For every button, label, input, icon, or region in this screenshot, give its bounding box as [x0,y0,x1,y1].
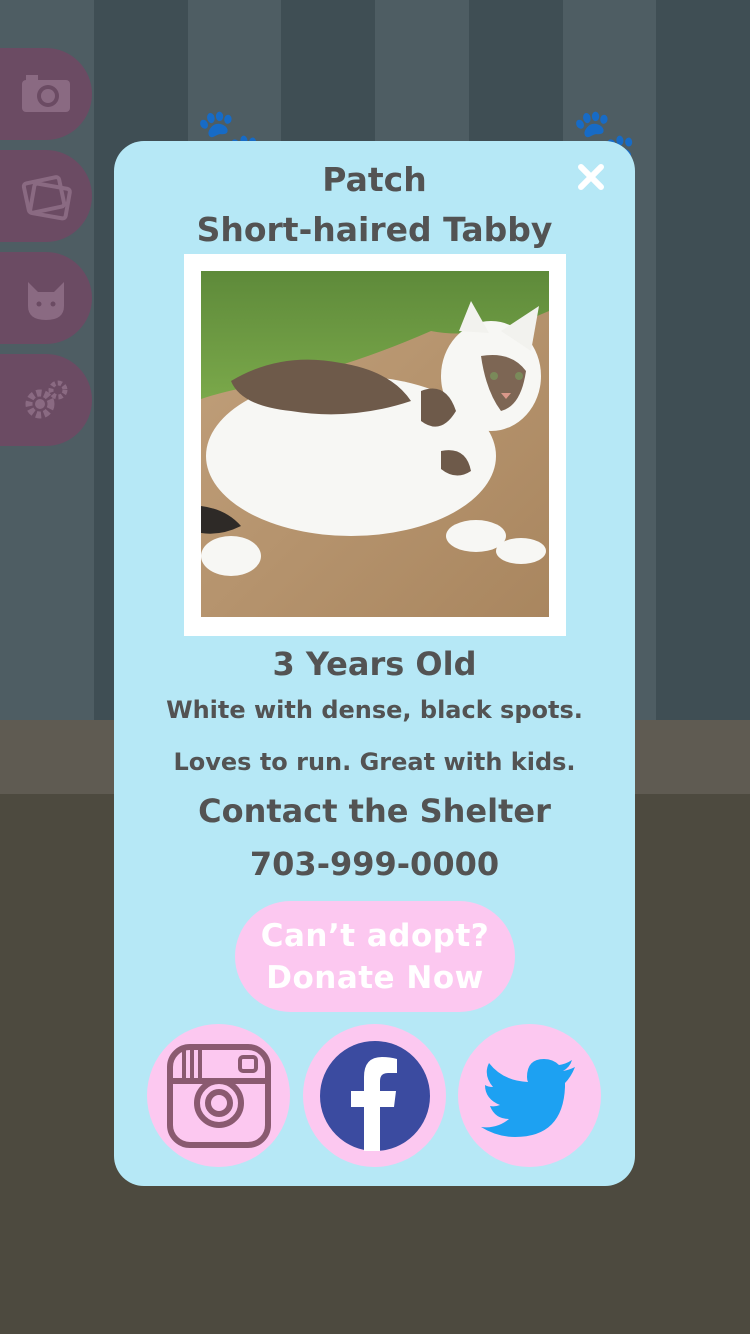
instagram-button[interactable] [147,1024,290,1167]
pet-breed: Short-haired Tabby [196,210,553,249]
pet-description-line-2: Loves to run. Great with kids. [173,748,576,776]
shelter-phone[interactable]: 703-999-0000 [114,845,635,883]
facebook-button[interactable] [303,1024,446,1167]
camera-button[interactable] [0,48,92,140]
pet-age: 3 Years Old [272,645,477,683]
pet-photo-frame [184,254,566,636]
photos-icon [21,175,72,221]
pet-photo [201,271,549,617]
twitter-button[interactable] [458,1024,601,1167]
donate-button[interactable]: Can’t adopt? Donate Now [235,901,515,1012]
pet-name: Patch [322,160,427,199]
contact-heading: Contact the Shelter [198,792,551,830]
photos-button[interactable] [0,150,92,242]
facebook-icon [319,1040,430,1151]
gear-icon [25,380,68,419]
donate-label-line-1: Can’t adopt? [260,917,490,954]
pet-description-line-1: White with dense, black spots. [166,696,583,724]
camera-icon [22,75,70,112]
cat-icon [28,282,64,320]
donate-label-line-2: Donate Now [266,959,484,996]
cat-button[interactable] [0,252,92,344]
instagram-icon [166,1043,271,1148]
twitter-icon [480,1058,575,1137]
settings-button[interactable] [0,354,92,446]
